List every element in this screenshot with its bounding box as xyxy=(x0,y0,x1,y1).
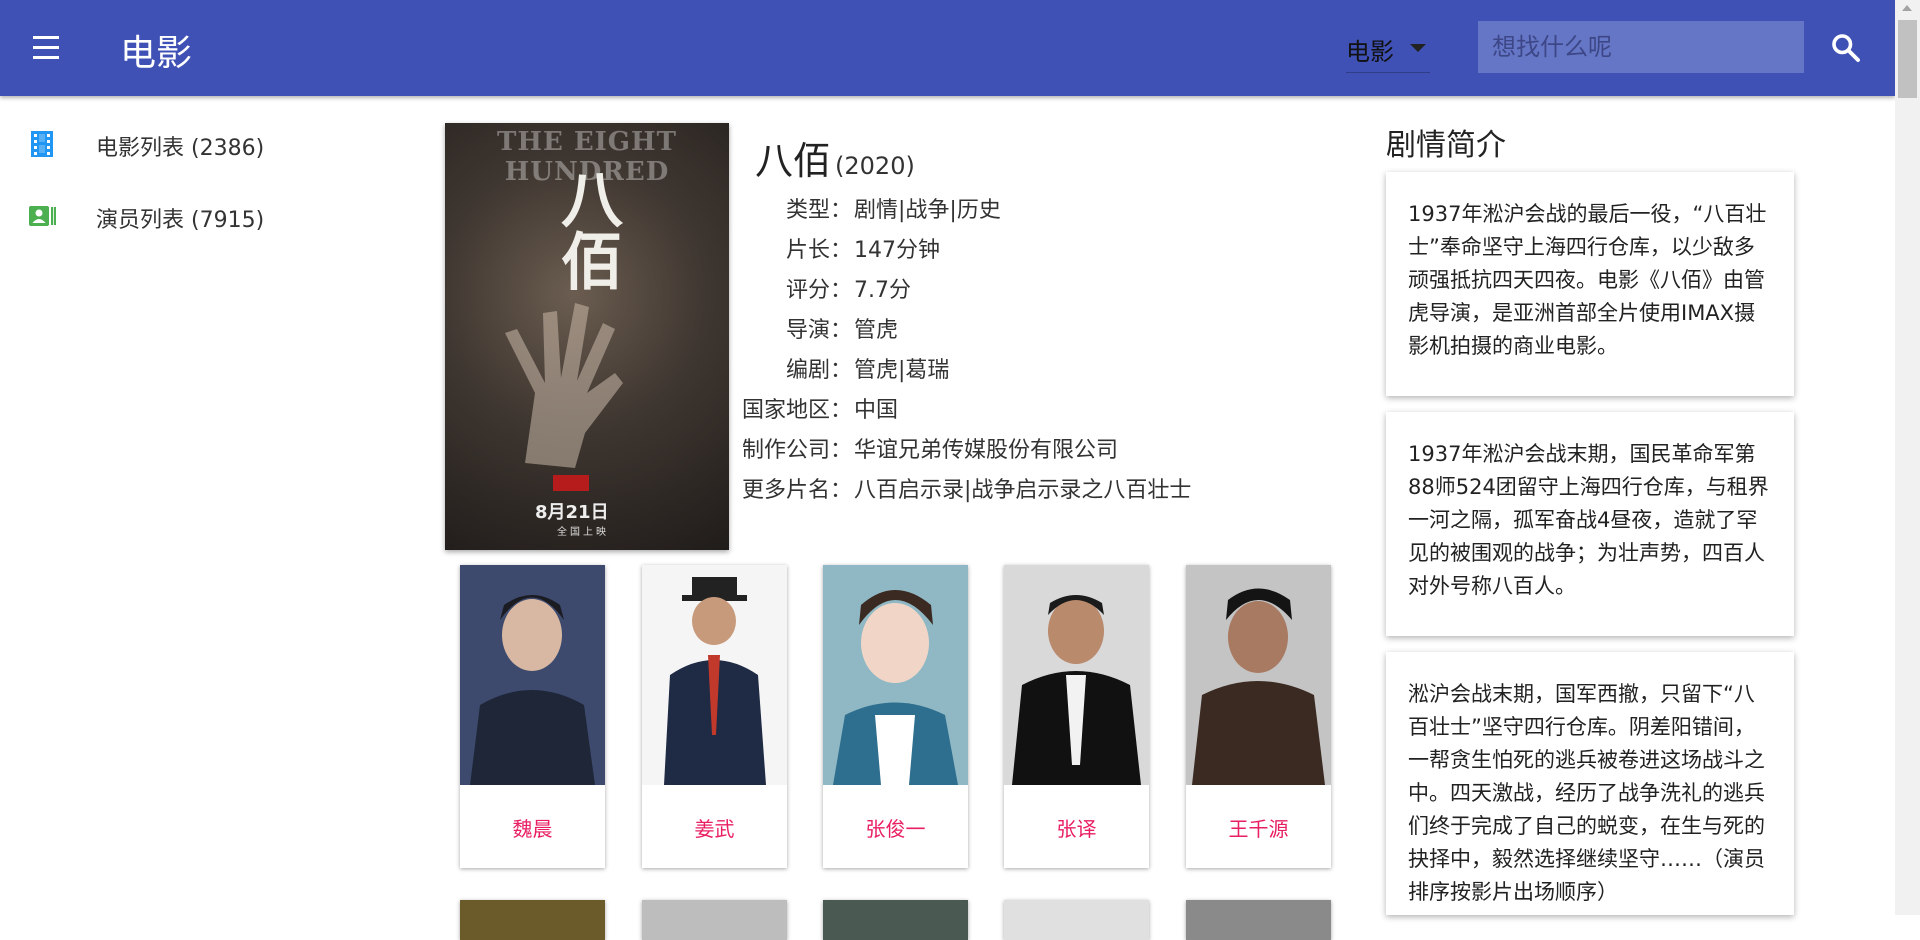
sidebar-item-movie-list[interactable]: 电影列表 (2386) xyxy=(0,108,420,180)
scroll-thumb[interactable] xyxy=(1898,20,1917,98)
synopsis-card: 1937年淞沪会战的最后一役，“八百壮士”奉命坚守上海四行仓库，以少敌多顽强抵抗… xyxy=(1386,172,1794,396)
actor-name: 王千源 xyxy=(1228,817,1289,841)
info-row-genre: 类型：剧情|战争|历史 xyxy=(700,192,1001,226)
contacts-icon xyxy=(29,206,56,226)
info-value: 中国 xyxy=(854,398,899,423)
info-row-director: 导演：管虎 xyxy=(700,312,898,346)
info-key: 国家地区： xyxy=(741,398,852,423)
info-value: 管虎 xyxy=(854,318,899,343)
chevron-down-icon xyxy=(1410,44,1426,52)
info-key: 片长： xyxy=(785,238,852,263)
info-key: 导演： xyxy=(785,318,852,343)
scrollbar[interactable] xyxy=(1895,0,1920,915)
film-icon xyxy=(31,131,53,157)
menu-icon-line xyxy=(33,46,59,49)
actor-card[interactable] xyxy=(642,900,787,940)
actor-card[interactable]: 张俊一 xyxy=(823,565,968,868)
poster-subtitle: 全国上映 xyxy=(557,527,609,538)
info-key: 评分： xyxy=(785,278,852,303)
poster-badge xyxy=(553,475,589,491)
menu-button[interactable] xyxy=(28,30,64,66)
scroll-up-icon[interactable] xyxy=(1902,5,1912,11)
actor-card[interactable] xyxy=(823,900,968,940)
search-button[interactable] xyxy=(1828,30,1864,66)
actor-card[interactable] xyxy=(460,900,605,940)
sidebar-item-label: 电影列表 (2386) xyxy=(96,136,265,161)
info-row-writer: 编剧：管虎|葛瑞 xyxy=(700,352,949,386)
info-value: 剧情|战争|历史 xyxy=(854,198,1001,223)
search-icon xyxy=(1832,34,1860,62)
actor-photo xyxy=(460,565,605,785)
info-value: 华谊兄弟传媒股份有限公司 xyxy=(854,438,1119,463)
actor-card[interactable]: 张译 xyxy=(1004,565,1149,868)
category-value: 电影 xyxy=(1346,38,1394,66)
menu-icon-line xyxy=(33,56,59,59)
search-input[interactable] xyxy=(1478,21,1804,73)
info-key: 编剧： xyxy=(785,358,852,383)
synopsis-card: 1937年淞沪会战末期，国民革命军第88师524团留守上海四行仓库，与租界一河之… xyxy=(1386,412,1794,636)
movie-poster: THE EIGHT HUNDRED 八佰 8月21日 全国上映 xyxy=(445,123,729,550)
info-value: 147分钟 xyxy=(854,238,940,263)
synopsis-title: 剧情简介 xyxy=(1386,128,1506,163)
actor-name: 魏晨 xyxy=(512,817,553,841)
synopsis-card: 淞沪会战末期，国军西撤，只留下“八百壮士”坚守四行仓库。阴差阳错间，一帮贪生怕死… xyxy=(1386,652,1794,915)
movie-title-text: 八佰 xyxy=(755,139,832,183)
app-title: 电影 xyxy=(120,33,193,74)
info-row-company: 制作公司：华谊兄弟传媒股份有限公司 xyxy=(700,432,1118,466)
info-value: 八百启示录|战争启示录之八百壮士 xyxy=(854,478,1192,503)
actor-name: 姜武 xyxy=(694,817,735,841)
sidebar-item-actor-list[interactable]: 演员列表 (7915) xyxy=(0,180,420,252)
poster-date: 8月21日 xyxy=(535,502,609,523)
info-key: 更多片名： xyxy=(741,478,852,503)
sidebar-item-label: 演员列表 (7915) xyxy=(96,208,265,233)
actor-card[interactable] xyxy=(1004,900,1149,940)
actor-card[interactable]: 姜武 xyxy=(642,565,787,868)
actor-name: 张译 xyxy=(1056,817,1097,841)
app-bar: 电影 电影 xyxy=(0,0,1895,96)
info-key: 制作公司： xyxy=(741,438,852,463)
movie-title: 八佰 (2020) xyxy=(755,130,915,185)
actor-card[interactable]: 王千源 xyxy=(1186,565,1331,868)
poster-hand-image xyxy=(505,303,623,468)
info-row-aliases: 更多片名：八百启示录|战争启示录之八百壮士 xyxy=(700,472,1191,506)
info-row-duration: 片长：147分钟 xyxy=(700,232,940,266)
menu-icon xyxy=(33,36,59,39)
actor-card[interactable]: 魏晨 xyxy=(460,565,605,868)
info-key: 类型： xyxy=(785,198,852,223)
info-row-country: 国家地区：中国 xyxy=(700,392,898,426)
actor-photo xyxy=(1186,565,1331,785)
info-value: 管虎|葛瑞 xyxy=(854,358,950,383)
category-select[interactable]: 电影 xyxy=(1346,30,1430,73)
actor-name: 张俊一 xyxy=(865,817,926,841)
movie-year: (2020) xyxy=(835,152,915,180)
actor-photo xyxy=(642,565,787,785)
actor-card[interactable] xyxy=(1186,900,1331,940)
info-value: 7.7分 xyxy=(854,278,911,303)
actor-photo xyxy=(1004,565,1149,785)
info-row-rating: 评分：7.7分 xyxy=(700,272,911,306)
actor-photo xyxy=(823,565,968,785)
